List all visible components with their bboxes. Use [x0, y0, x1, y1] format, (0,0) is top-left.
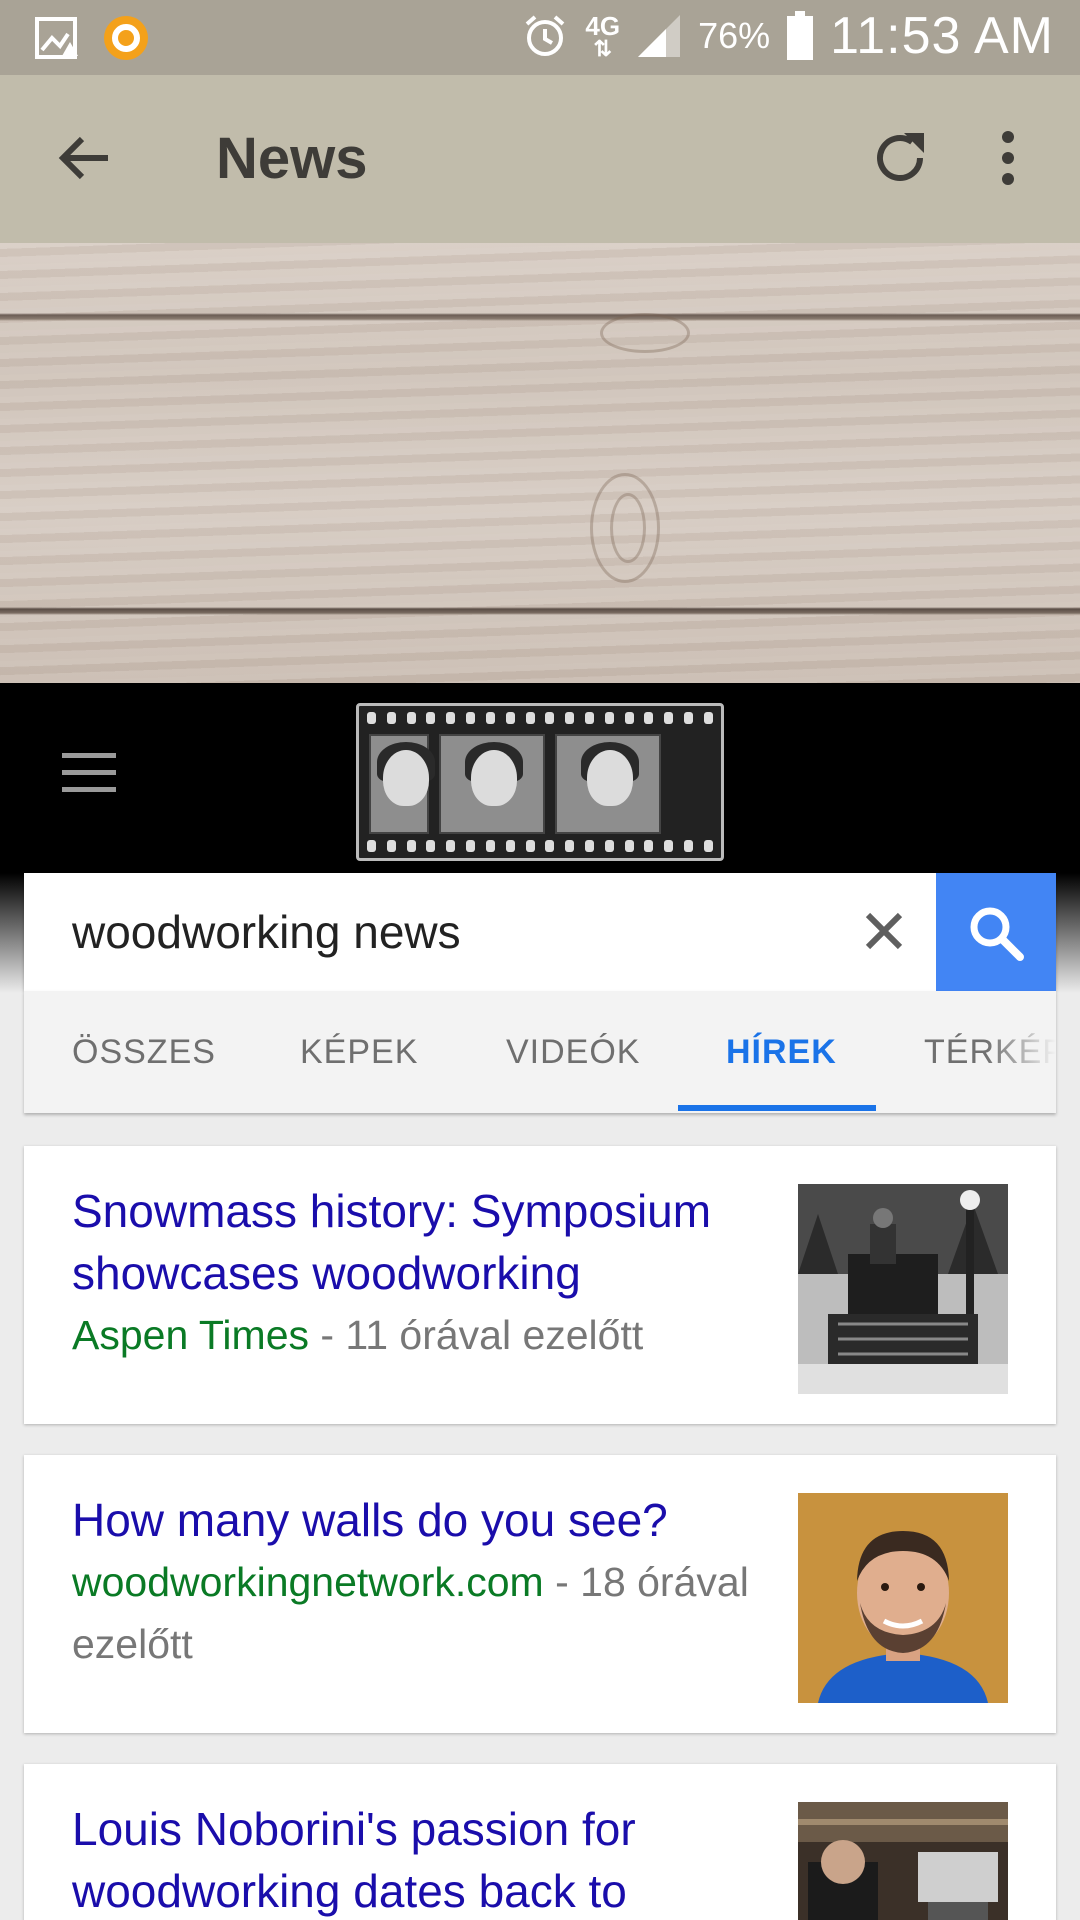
signal-icon [638, 15, 681, 57]
search-tabs: ÖSSZES KÉPEK VIDEÓK HÍREK TÉRKÉP [24, 991, 1056, 1113]
news-result-card[interactable]: How many walls do you see? woodworkingne… [24, 1455, 1056, 1733]
result-thumbnail[interactable] [798, 1184, 1008, 1394]
active-tab-indicator [678, 1105, 876, 1111]
network-type: 4G ⇅ [585, 11, 621, 61]
app-notification-icon [104, 16, 148, 60]
clock: 11:53 AM [830, 7, 1054, 65]
tab-videos[interactable]: VIDEÓK [506, 1033, 640, 1072]
search-bar: woodworking news [24, 873, 1056, 991]
search-icon [970, 907, 1024, 961]
photo-workshop-icon [798, 1802, 1008, 1920]
news-result-card[interactable]: Snowmass history: Symposium showcases wo… [24, 1146, 1056, 1424]
alarm-icon [526, 15, 565, 56]
tab-all[interactable]: ÖSSZES [72, 1033, 216, 1072]
battery-percent: 76% [698, 15, 771, 56]
overflow-menu-icon[interactable] [978, 125, 1038, 191]
app-bar: News [0, 75, 1080, 243]
result-meta: woodworkingnetwork.com - 18 órával ezelő… [72, 1551, 772, 1675]
result-source: woodworkingnetwork.com [72, 1559, 544, 1605]
search-input[interactable]: woodworking news [72, 905, 461, 959]
result-meta: Aspen Times - 11 órával ezelőtt [72, 1304, 772, 1366]
photo-portrait-man-icon [798, 1493, 1008, 1703]
tabs-scroll-fade [986, 991, 1056, 1113]
status-bar: 4G ⇅ 76% 11:53 AM [0, 0, 1080, 75]
tab-news[interactable]: HÍREK [726, 1033, 837, 1072]
photo-black-white-truck-icon [798, 1184, 1008, 1394]
doodle-header [0, 683, 1080, 873]
tab-images[interactable]: KÉPEK [300, 1033, 418, 1072]
status-notifications [34, 14, 150, 62]
result-headline[interactable]: How many walls do you see? [72, 1489, 772, 1551]
status-system: 4G ⇅ 76% 11:53 AM [521, 6, 1054, 66]
hamburger-menu-icon[interactable] [62, 753, 116, 797]
google-doodle-logo[interactable] [356, 703, 724, 861]
result-source: Aspen Times [72, 1312, 309, 1358]
search-button[interactable] [936, 873, 1056, 991]
result-thumbnail[interactable] [798, 1493, 1008, 1703]
gallery-warning-icon [35, 17, 78, 59]
result-thumbnail[interactable] [798, 1802, 1008, 1920]
news-result-card[interactable]: Louis Noborini's passion for woodworking… [24, 1764, 1056, 1920]
page-title: News [216, 126, 368, 191]
result-headline[interactable]: Snowmass history: Symposium showcases wo… [72, 1180, 772, 1304]
refresh-icon[interactable] [868, 125, 934, 191]
result-headline[interactable]: Louis Noborini's passion for woodworking… [72, 1798, 772, 1920]
result-age: - 11 órával ezelőtt [309, 1312, 644, 1358]
back-arrow-icon[interactable] [52, 125, 118, 191]
wood-background-banner [0, 243, 1080, 683]
clear-icon[interactable] [856, 903, 912, 959]
battery-icon [787, 11, 814, 60]
